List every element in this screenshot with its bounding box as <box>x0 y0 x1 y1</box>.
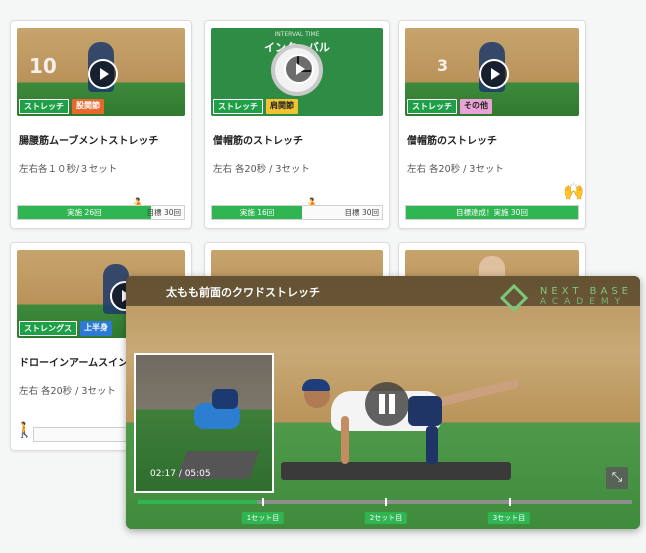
interval-caption: INTERVAL TIME <box>274 31 320 38</box>
video-thumbnail[interactable]: 3 ストレッチ その他 <box>405 28 579 116</box>
walker-icon: 🚶 <box>15 421 34 439</box>
play-icon[interactable] <box>479 59 509 89</box>
rep-count-overlay: 10 <box>29 54 57 78</box>
cheer-icon: 🙌 <box>563 182 585 202</box>
card-title: 僧帽筋のストレッチ <box>213 136 303 147</box>
card-subtitle: 左右 各20秒 / 3セット <box>19 386 116 397</box>
athlete-knee <box>426 426 438 464</box>
exercise-mat <box>281 462 511 480</box>
video-player[interactable]: 太もも前面のクワドストレッチ NEXT BASE ACADEMY 02:17 /… <box>126 276 640 529</box>
video-title: 太もも前面のクワドストレッチ <box>166 286 320 299</box>
set-label-2[interactable]: 2セット目 <box>364 512 408 524</box>
goal-label: 目標 30回 <box>344 208 379 217</box>
set-divider <box>508 498 511 506</box>
card-subtitle: 左右各１０秒/３セット <box>19 164 118 175</box>
card-title: ドローインアームスイン <box>19 358 129 369</box>
picture-in-picture-preview[interactable]: 02:17 / 05:05 <box>134 353 274 493</box>
progress-bar: 実施 16回 目標 30回 <box>211 205 383 220</box>
tag-category: ストレッチ <box>407 99 457 114</box>
brand-line-1: NEXT BASE <box>539 286 632 297</box>
video-thumbnail[interactable]: 10 ストレッチ 股関節 <box>17 28 185 116</box>
card-subtitle: 左右 各20秒 / 3セット <box>213 164 310 175</box>
set-divider <box>385 498 387 506</box>
progress-fill: 実施 26回 <box>18 206 151 219</box>
progress-bar: 目標達成！実施 30回 <box>405 205 579 220</box>
card-title: 腸腰筋ムーブメントストレッチ <box>19 136 159 147</box>
play-icon[interactable] <box>284 53 314 84</box>
rep-count-overlay: 3 <box>437 56 449 75</box>
athlete-cap <box>302 379 330 391</box>
progress-fill: 目標達成！実施 30回 <box>406 206 578 219</box>
tag-body-part: 股関節 <box>72 99 104 114</box>
player-header: 太もも前面のクワドストレッチ NEXT BASE ACADEMY <box>126 276 640 313</box>
progress-bar: 実施 26回 目標 30回 <box>17 205 185 220</box>
exercise-card-3[interactable]: 3 ストレッチ その他 僧帽筋のストレッチ 左右 各20秒 / 3セット 🙌 目… <box>398 20 586 229</box>
play-icon[interactable] <box>88 59 118 89</box>
tag-category: ストレッチ <box>213 99 263 114</box>
interval-thumbnail[interactable]: INTERVAL TIME インターバル ストレッチ 肩関節 <box>211 28 383 116</box>
card-title: 僧帽筋のストレッチ <box>407 136 497 147</box>
athlete-shorts <box>408 396 442 426</box>
athlete-leg <box>429 378 520 409</box>
athlete-arm <box>341 416 349 464</box>
tag-category: ストレングス <box>19 321 77 336</box>
goal-label: 目標 30回 <box>146 208 181 217</box>
exercise-card-1[interactable]: 10 ストレッチ 股関節 腸腰筋ムーブメントストレッチ 左右各１０秒/３セット … <box>10 20 192 229</box>
video-progress-bar[interactable] <box>138 498 632 506</box>
tag-category: ストレッチ <box>19 99 69 114</box>
brand-line-2: ACADEMY <box>539 297 627 307</box>
set-divider <box>261 498 264 506</box>
video-progress-fill <box>138 500 257 504</box>
exit-fullscreen-icon[interactable]: ⤡ <box>606 467 628 489</box>
set-label-1[interactable]: 1セット目 <box>241 512 285 524</box>
pip-timestamp: 02:17 / 05:05 <box>150 469 211 479</box>
pip-athlete-shorts <box>212 389 238 409</box>
exercise-card-2[interactable]: INTERVAL TIME インターバル ストレッチ 肩関節 僧帽筋のストレッチ… <box>204 20 390 229</box>
brand-wordmark: NEXT BASE ACADEMY <box>540 286 632 307</box>
set-label-3[interactable]: 3セット目 <box>487 512 531 524</box>
progress-fill: 実施 16回 <box>212 206 303 219</box>
tag-body-part: その他 <box>460 99 492 114</box>
pause-icon[interactable] <box>365 382 409 426</box>
card-subtitle: 左右 各20秒 / 3セット <box>407 164 504 175</box>
tag-body-part: 上半身 <box>80 321 112 336</box>
tag-body-part: 肩関節 <box>266 99 298 114</box>
